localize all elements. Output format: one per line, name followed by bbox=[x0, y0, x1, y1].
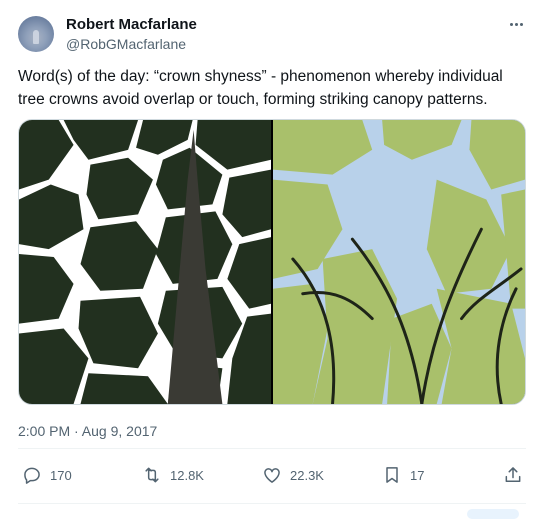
tweet-timestamp[interactable]: 2:00 PM · Aug 9, 2017 bbox=[18, 423, 157, 439]
crown-shyness-dark-canopy-photo[interactable] bbox=[19, 120, 271, 404]
share-button[interactable] bbox=[503, 460, 523, 490]
retweet-icon bbox=[145, 467, 159, 483]
bookmark-count: 17 bbox=[410, 467, 425, 483]
author-name[interactable]: Robert Macfarlane bbox=[66, 16, 197, 34]
tweet-card: Robert Macfarlane @RobGMacfarlane Word(s… bbox=[0, 0, 546, 519]
author-handle[interactable]: @RobGMacfarlane bbox=[66, 35, 186, 53]
bookmark-icon bbox=[386, 467, 398, 483]
like-button[interactable]: 22.3K bbox=[262, 460, 324, 490]
avatar[interactable] bbox=[18, 16, 54, 52]
divider bbox=[18, 503, 526, 504]
reply-count: 170 bbox=[50, 467, 72, 483]
like-count: 22.3K bbox=[290, 467, 324, 483]
crown-shyness-green-canopy-photo[interactable] bbox=[273, 120, 525, 404]
retweet-button[interactable]: 12.8K bbox=[142, 460, 204, 490]
action-bar: 170 12.8K 22.3K 17 bbox=[18, 460, 526, 490]
retweet-count: 12.8K bbox=[170, 467, 204, 483]
divider bbox=[18, 448, 526, 449]
avatar-figure bbox=[33, 30, 39, 44]
heart-icon bbox=[264, 468, 280, 483]
reply-button[interactable]: 170 bbox=[22, 460, 72, 490]
reply-submit-button[interactable] bbox=[467, 509, 519, 519]
share-icon bbox=[505, 467, 521, 482]
more-options-icon[interactable] bbox=[504, 14, 528, 34]
bookmark-button[interactable]: 17 bbox=[382, 460, 424, 490]
tweet-text: Word(s) of the day: “crown shyness” - ph… bbox=[18, 68, 503, 108]
reply-icon bbox=[24, 467, 40, 484]
media-grid bbox=[18, 119, 526, 405]
